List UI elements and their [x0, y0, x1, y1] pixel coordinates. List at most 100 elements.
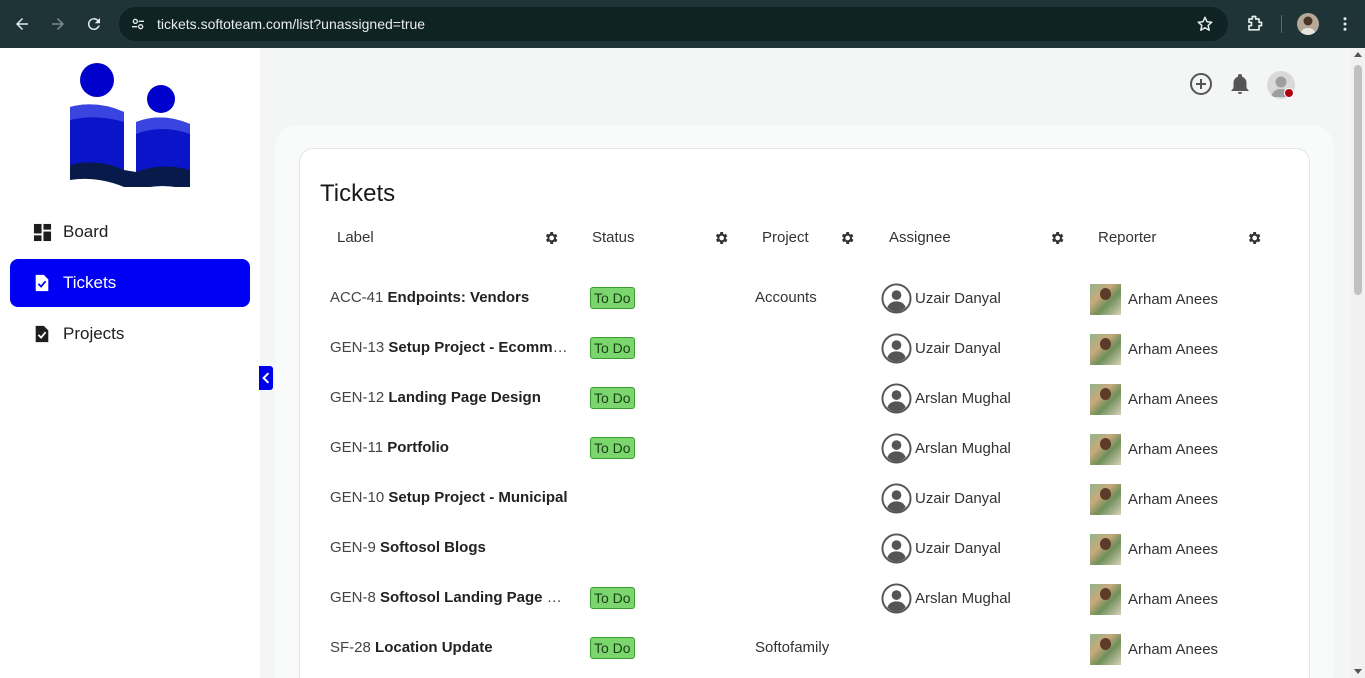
assignee-name: Uzair Danyal: [915, 290, 1001, 307]
ticket-name: Setup Project - Municipal: [388, 489, 568, 506]
assignee[interactable]: Arslan Mughal: [881, 383, 1011, 414]
ticket-name: Portfolio: [387, 439, 449, 456]
ticket-name: Setup Project - Ecommer...: [388, 339, 570, 356]
page-scrollbar[interactable]: [1351, 48, 1365, 678]
gear-icon[interactable]: [1246, 230, 1262, 246]
column-header-assignee[interactable]: Assignee: [889, 229, 951, 246]
ticket-key: GEN-12: [330, 389, 385, 406]
address-bar[interactable]: tickets.softoteam.com/list?unassigned=tr…: [119, 7, 1228, 41]
ticket-label[interactable]: GEN-12 Landing Page Design: [330, 389, 570, 406]
reporter-name: Arham Anees: [1128, 291, 1219, 308]
status-badge[interactable]: To Do: [590, 587, 635, 609]
scrollbar-thumb[interactable]: [1354, 65, 1362, 295]
app-logo: [70, 63, 190, 187]
reporter-name: Arham Anees: [1128, 541, 1219, 558]
column-header-status[interactable]: Status: [592, 229, 635, 246]
reporter[interactable]: Arham Anees: [1090, 284, 1218, 315]
assignee[interactable]: Arslan Mughal: [881, 583, 1011, 614]
assignee[interactable]: Uzair Danyal: [881, 283, 1001, 314]
ticket-label[interactable]: GEN-11 Portfolio: [330, 439, 570, 456]
table-row[interactable]: GEN-10 Setup Project - Municipal Uzair Da…: [300, 475, 1300, 525]
gear-icon[interactable]: [839, 230, 855, 246]
column-header-reporter[interactable]: Reporter: [1098, 229, 1156, 246]
avatar-icon: [881, 533, 912, 564]
reporter-name: Arham Anees: [1128, 341, 1219, 358]
project-doc-icon: [32, 324, 52, 344]
reporter-name: Arham Anees: [1128, 491, 1219, 508]
url-text[interactable]: tickets.softoteam.com/list?unassigned=tr…: [157, 16, 425, 32]
status-badge[interactable]: To Do: [590, 437, 635, 459]
page-title: Tickets: [320, 180, 396, 207]
back-button[interactable]: [4, 6, 40, 42]
forward-button[interactable]: [40, 6, 76, 42]
table-row[interactable]: GEN-12 Landing Page Design To Do Arslan Mu…: [300, 375, 1300, 425]
toolbar-divider: [1281, 15, 1282, 33]
extensions-icon[interactable]: [1244, 14, 1264, 34]
avatar: [1090, 534, 1121, 565]
ticket-name: Softosol Landing Page De...: [380, 589, 570, 606]
reporter[interactable]: Arham Anees: [1090, 434, 1218, 465]
status-badge[interactable]: To Do: [590, 287, 635, 309]
assignee-name: Uzair Danyal: [915, 340, 1001, 357]
bookmark-star-icon[interactable]: [1196, 15, 1214, 33]
avatar: [1090, 334, 1121, 365]
assignee[interactable]: Uzair Danyal: [881, 483, 1001, 514]
avatar-icon: [881, 283, 912, 314]
reporter-name: Arham Anees: [1128, 591, 1219, 608]
browser-profile-avatar[interactable]: [1297, 13, 1319, 35]
arrow-left-icon: [16, 18, 28, 30]
reporter[interactable]: Arham Anees: [1090, 634, 1218, 665]
browser-menu-icon[interactable]: [1335, 14, 1355, 34]
reporter[interactable]: Arham Anees: [1090, 484, 1218, 515]
ticket-key: GEN-13: [330, 339, 385, 356]
assignee-name: Arslan Mughal: [915, 590, 1011, 607]
sidebar-item-board[interactable]: Board: [10, 208, 250, 256]
site-settings-icon[interactable]: [129, 15, 147, 33]
reporter[interactable]: Arham Anees: [1090, 534, 1218, 565]
status-badge[interactable]: To Do: [590, 337, 635, 359]
sidebar-item-tickets[interactable]: Tickets: [10, 259, 250, 307]
assignee[interactable]: Arslan Mughal: [881, 433, 1011, 464]
reload-button[interactable]: [76, 6, 112, 42]
table-row[interactable]: GEN-11 Portfolio To Do Arslan Mughal Arham …: [300, 425, 1300, 475]
reporter[interactable]: Arham Anees: [1090, 334, 1218, 365]
ticket-label[interactable]: SF-28 Location Update: [330, 639, 570, 656]
scroll-down-icon[interactable]: [1354, 669, 1362, 674]
sidebar-item-projects[interactable]: Projects: [10, 310, 250, 358]
table-row[interactable]: GEN-13 Setup Project - Ecommer... To Do Uz…: [300, 325, 1300, 375]
ticket-doc-icon: [32, 273, 52, 293]
ticket-key: GEN-9: [330, 539, 376, 556]
ticket-name: Endpoints: Vendors: [387, 289, 530, 306]
scroll-up-icon[interactable]: [1354, 52, 1362, 57]
gear-icon[interactable]: [713, 230, 729, 246]
assignee[interactable]: Uzair Danyal: [881, 533, 1001, 564]
ticket-key: GEN-10: [330, 489, 385, 506]
table-row[interactable]: ACC-41 Endpoints: Vendors To Do Accounts Uz…: [300, 275, 1300, 325]
ticket-label[interactable]: GEN-8 Softosol Landing Page De...: [330, 589, 570, 606]
bell-icon[interactable]: [1228, 72, 1252, 96]
add-circle-icon[interactable]: [1189, 72, 1213, 96]
ticket-key: GEN-8: [330, 589, 376, 606]
gear-icon[interactable]: [1049, 230, 1065, 246]
assignee[interactable]: Uzair Danyal: [881, 333, 1001, 364]
table-row[interactable]: GEN-9 Softosol Blogs Uzair Danyal Arham An…: [300, 525, 1300, 575]
reporter[interactable]: Arham Anees: [1090, 384, 1218, 415]
sidebar-item-label: Board: [63, 222, 109, 241]
column-header-label[interactable]: Label: [337, 229, 374, 246]
reporter[interactable]: Arham Anees: [1090, 584, 1218, 615]
chevron-left-icon: [262, 372, 270, 384]
ticket-key: GEN-11: [330, 439, 384, 456]
column-header-project[interactable]: Project: [762, 229, 809, 246]
gear-icon[interactable]: [543, 230, 559, 246]
sidebar-collapse-button[interactable]: [259, 366, 273, 390]
ticket-label[interactable]: GEN-10 Setup Project - Municipal: [330, 489, 570, 506]
avatar: [1090, 284, 1121, 315]
table-row[interactable]: SF-28 Location Update To Do Softofamily Arh…: [300, 625, 1300, 675]
ticket-label[interactable]: ACC-41 Endpoints: Vendors: [330, 289, 570, 306]
status-badge[interactable]: To Do: [590, 637, 635, 659]
table-row[interactable]: GEN-8 Softosol Landing Page De... To Do Ar…: [300, 575, 1300, 625]
status-badge[interactable]: To Do: [590, 387, 635, 409]
ticket-label[interactable]: GEN-13 Setup Project - Ecommer...: [330, 339, 570, 356]
ticket-label[interactable]: GEN-9 Softosol Blogs: [330, 539, 570, 556]
avatar: [1090, 634, 1121, 665]
